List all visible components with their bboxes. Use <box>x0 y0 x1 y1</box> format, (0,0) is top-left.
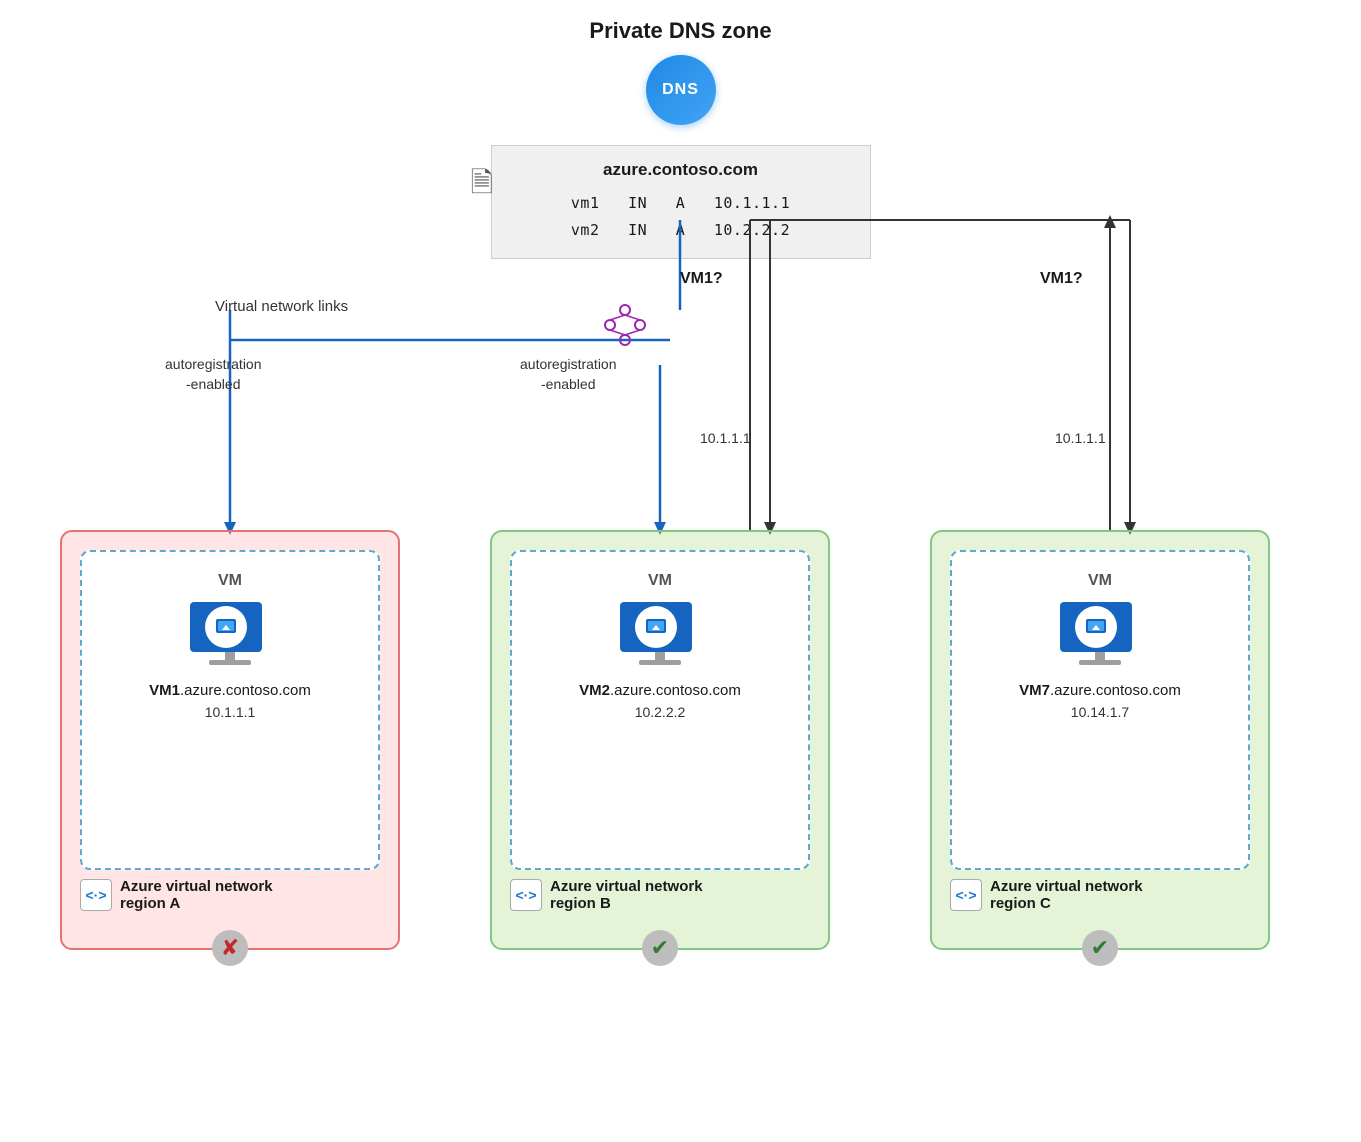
vm-name-a: VM1.azure.contoso.com <box>149 682 311 699</box>
vm1-query-right: VM1? <box>1040 270 1083 288</box>
region-box-b: VM VM2.azure.contoso.com 10.2 <box>490 530 830 950</box>
region-name-c: Azure virtual networkregion C <box>990 878 1143 912</box>
dns-records: vm1 IN A 10.1.1.1 vm2 IN A 10.2.2.2 <box>512 190 850 244</box>
region-footer-b: <·> Azure virtual networkregion B <box>502 878 818 912</box>
region-icon-a: <·> <box>80 879 112 911</box>
status-badge-b: ✔ <box>642 930 678 966</box>
status-badge-c: ✔ <box>1082 930 1118 966</box>
vm-ip-c: 10.14.1.7 <box>1071 704 1129 720</box>
region-icon-b: <·> <box>510 879 542 911</box>
ip-response-center: 10.1.1.1 <box>700 430 751 446</box>
vm-monitor-a <box>190 602 270 666</box>
vm-name-c: VM7.azure.contoso.com <box>1019 682 1181 699</box>
vm1-query-center: VM1? <box>680 270 723 288</box>
vm-label-a: VM <box>218 572 242 590</box>
region-name-b: Azure virtual networkregion B <box>550 878 703 912</box>
region-footer-a: <·> Azure virtual networkregion A <box>72 878 388 912</box>
page-title: Private DNS zone <box>589 18 771 44</box>
ip-response-right: 10.1.1.1 <box>1055 430 1106 446</box>
vm-screen-a <box>190 602 262 652</box>
dns-record-2: vm2 IN A 10.2.2.2 <box>512 217 850 244</box>
vm-screen-c <box>1060 602 1132 652</box>
dns-record-1: vm1 IN A 10.1.1.1 <box>512 190 850 217</box>
region-icon-c: <·> <box>950 879 982 911</box>
vnet-link-icon <box>600 300 650 355</box>
vm-ip-b: 10.2.2.2 <box>635 704 686 720</box>
vm-screen-b <box>620 602 692 652</box>
vm-label-c: VM <box>1088 572 1112 590</box>
document-icon: 🗎 <box>471 162 494 210</box>
region-box-a: VM VM1.azure.contoso.com <box>60 530 400 950</box>
vm-monitor-b <box>620 602 700 666</box>
autoregistration-label-left: autoregistration-enabled <box>165 355 262 394</box>
autoregistration-label-center: autoregistration-enabled <box>520 355 617 394</box>
diagram-container: Private DNS zone DNS azure.contoso.com v… <box>0 0 1361 1142</box>
vm-ip-a: 10.1.1.1 <box>205 704 256 720</box>
region-name-a: Azure virtual networkregion A <box>120 878 273 912</box>
vm-label-b: VM <box>648 572 672 590</box>
region-footer-c: <·> Azure virtual networkregion C <box>942 878 1258 912</box>
vm-name-b: VM2.azure.contoso.com <box>579 682 741 699</box>
region-box-c: VM VM7.azure.contoso.com 10.1 <box>930 530 1270 950</box>
status-badge-a: ✘ <box>212 930 248 966</box>
vm-monitor-c <box>1060 602 1140 666</box>
vm-card-c: VM VM7.azure.contoso.com 10.1 <box>950 550 1250 870</box>
vnet-links-label: Virtual network links <box>215 298 348 315</box>
vm-card-a: VM VM1.azure.contoso.com <box>80 550 380 870</box>
vm-card-b: VM VM2.azure.contoso.com 10.2 <box>510 550 810 870</box>
dns-zone-name: azure.contoso.com <box>512 160 850 180</box>
dns-record-box: azure.contoso.com vm1 IN A 10.1.1.1 vm2 … <box>491 145 871 259</box>
dns-icon: DNS <box>646 55 716 125</box>
dns-icon-label: DNS <box>646 55 716 125</box>
